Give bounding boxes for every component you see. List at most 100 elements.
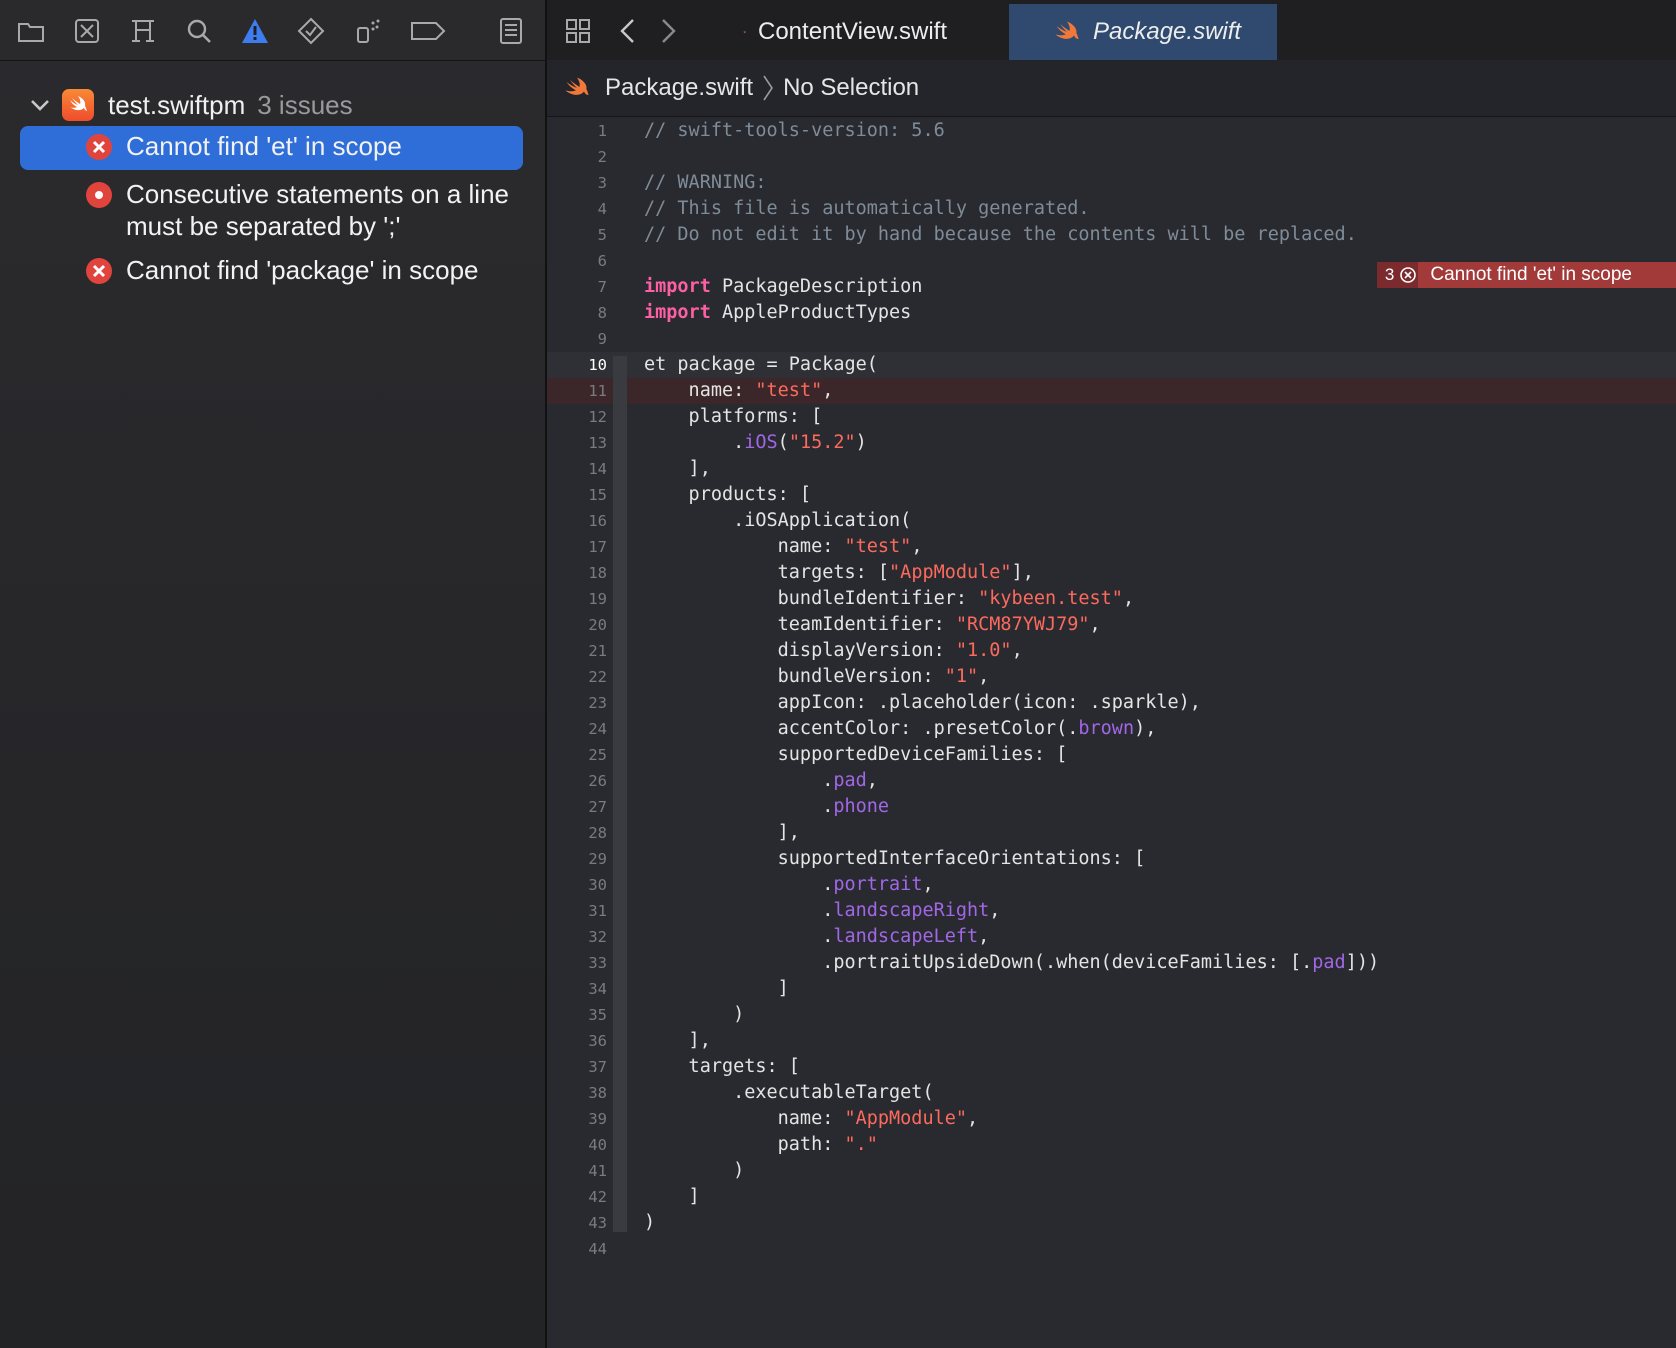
inline-error-banner[interactable]: 3 Cannot find 'et' in scope: [1376, 262, 1676, 288]
code-line[interactable]: 22 bundleVersion: "1",: [547, 664, 1676, 690]
line-number[interactable]: 39: [547, 1106, 607, 1132]
line-number[interactable]: 16: [547, 508, 607, 534]
line-number[interactable]: 36: [547, 1028, 607, 1054]
code-line[interactable]: 40 path: ".": [547, 1132, 1676, 1158]
code-text[interactable]: ]: [644, 1184, 700, 1210]
code-line[interactable]: 34 ]: [547, 976, 1676, 1002]
tab-contentview[interactable]: ContentView.swift: [743, 4, 947, 60]
line-number[interactable]: 22: [547, 664, 607, 690]
line-number[interactable]: 23: [547, 690, 607, 716]
code-text[interactable]: targets: [: [644, 1054, 800, 1080]
line-number[interactable]: 29: [547, 846, 607, 872]
report-list-icon[interactable]: [494, 14, 528, 48]
line-number[interactable]: 33: [547, 950, 607, 976]
code-fold-ribbon[interactable]: [613, 408, 627, 478]
line-number[interactable]: 4: [547, 196, 607, 222]
code-line[interactable]: 11 name: "test",: [547, 378, 1676, 404]
code-text[interactable]: accentColor: .presetColor(.brown),: [644, 716, 1157, 742]
back-arrow-icon[interactable]: [611, 14, 645, 48]
line-number[interactable]: 42: [547, 1184, 607, 1210]
code-text[interactable]: .landscapeLeft,: [644, 924, 989, 950]
code-text[interactable]: // WARNING:: [644, 170, 767, 196]
line-number[interactable]: 24: [547, 716, 607, 742]
code-line[interactable]: 3 // WARNING:: [547, 170, 1676, 196]
code-line[interactable]: 12 platforms: [: [547, 404, 1676, 430]
code-line[interactable]: 38 .executableTarget(: [547, 1080, 1676, 1106]
hierarchy-icon[interactable]: [126, 14, 160, 48]
grid-layout-icon[interactable]: [561, 14, 595, 48]
line-number[interactable]: 38: [547, 1080, 607, 1106]
line-number[interactable]: 40: [547, 1132, 607, 1158]
code-text[interactable]: bundleIdentifier: "kybeen.test",: [644, 586, 1134, 612]
code-line[interactable]: 18 targets: ["AppModule"],: [547, 560, 1676, 586]
code-text[interactable]: platforms: [: [644, 404, 823, 430]
code-text[interactable]: products: [: [644, 482, 812, 508]
code-text[interactable]: .pad,: [644, 768, 878, 794]
code-line[interactable]: 14 ],: [547, 456, 1676, 482]
line-number[interactable]: 18: [547, 560, 607, 586]
line-number[interactable]: 2: [547, 144, 607, 170]
chevron-down-icon[interactable]: [26, 91, 54, 119]
code-text[interactable]: import PackageDescription: [644, 274, 922, 300]
code-text[interactable]: .landscapeRight,: [644, 898, 1000, 924]
code-fold-ribbon[interactable]: [613, 1084, 627, 1180]
code-text[interactable]: ]: [644, 976, 789, 1002]
line-number[interactable]: 26: [547, 768, 607, 794]
code-text[interactable]: displayVersion: "1.0",: [644, 638, 1023, 664]
code-text[interactable]: name: "AppModule",: [644, 1106, 979, 1132]
code-text[interactable]: ],: [644, 820, 800, 846]
code-text[interactable]: appIcon: .placeholder(icon: .sparkle),: [644, 690, 1201, 716]
source-control-icon[interactable]: [70, 14, 104, 48]
code-line[interactable]: 27 .phone: [547, 794, 1676, 820]
jumpbar-file[interactable]: Package.swift: [605, 74, 753, 102]
code-line[interactable]: 17 name: "test",: [547, 534, 1676, 560]
line-number[interactable]: 9: [547, 326, 607, 352]
code-line[interactable]: 10 et package = Package(: [547, 352, 1676, 378]
code-text[interactable]: supportedDeviceFamilies: [: [644, 742, 1068, 768]
code-text[interactable]: teamIdentifier: "RCM87YWJ79",: [644, 612, 1101, 638]
code-line[interactable]: 23 appIcon: .placeholder(icon: .sparkle)…: [547, 690, 1676, 716]
code-line[interactable]: 20 teamIdentifier: "RCM87YWJ79",: [547, 612, 1676, 638]
jumpbar-selection[interactable]: No Selection: [783, 74, 919, 102]
line-number[interactable]: 7: [547, 274, 607, 300]
code-line[interactable]: 16 .iOSApplication(: [547, 508, 1676, 534]
line-number[interactable]: 44: [547, 1236, 607, 1262]
code-text[interactable]: // This file is automatically generated.: [644, 196, 1090, 222]
code-text[interactable]: ],: [644, 1028, 711, 1054]
test-diamond-icon[interactable]: [294, 14, 328, 48]
line-number[interactable]: 10: [547, 352, 607, 378]
code-text[interactable]: supportedInterfaceOrientations: [: [644, 846, 1146, 872]
code-area[interactable]: 1 // swift-tools-version: 5.6 2 3 // WARNING…: [547, 116, 1676, 1348]
issue-item[interactable]: Consecutive statements on a line must be…: [20, 174, 523, 244]
code-text[interactable]: import AppleProductTypes: [644, 300, 911, 326]
line-number[interactable]: 6: [547, 248, 607, 274]
code-text[interactable]: // swift-tools-version: 5.6: [644, 118, 945, 144]
code-line[interactable]: 42 ]: [547, 1184, 1676, 1210]
code-line[interactable]: 39 name: "AppModule",: [547, 1106, 1676, 1132]
code-line[interactable]: 26 .pad,: [547, 768, 1676, 794]
code-line[interactable]: 15 products: [: [547, 482, 1676, 508]
forward-arrow-icon[interactable]: [651, 14, 685, 48]
code-text[interactable]: path: ".": [644, 1132, 878, 1158]
issue-warning-icon[interactable]: [238, 14, 272, 48]
line-number[interactable]: 43: [547, 1210, 607, 1236]
line-number[interactable]: 5: [547, 222, 607, 248]
code-line[interactable]: 21 displayVersion: "1.0",: [547, 638, 1676, 664]
line-number[interactable]: 3: [547, 170, 607, 196]
issue-item[interactable]: Cannot find 'et' in scope: [20, 126, 523, 170]
line-number[interactable]: 15: [547, 482, 607, 508]
code-fold-ribbon[interactable]: [613, 850, 627, 998]
code-line[interactable]: 41 ): [547, 1158, 1676, 1184]
code-line[interactable]: 37 targets: [: [547, 1054, 1676, 1080]
breakpoint-tag-icon[interactable]: [406, 14, 450, 48]
line-number[interactable]: 30: [547, 872, 607, 898]
code-line[interactable]: 5 // Do not edit it by hand because the c…: [547, 222, 1676, 248]
line-number[interactable]: 35: [547, 1002, 607, 1028]
code-text[interactable]: .phone: [644, 794, 889, 820]
line-number[interactable]: 32: [547, 924, 607, 950]
folder-icon[interactable]: [14, 14, 48, 48]
line-number[interactable]: 31: [547, 898, 607, 924]
line-number[interactable]: 12: [547, 404, 607, 430]
line-number[interactable]: 20: [547, 612, 607, 638]
code-line[interactable]: 19 bundleIdentifier: "kybeen.test",: [547, 586, 1676, 612]
